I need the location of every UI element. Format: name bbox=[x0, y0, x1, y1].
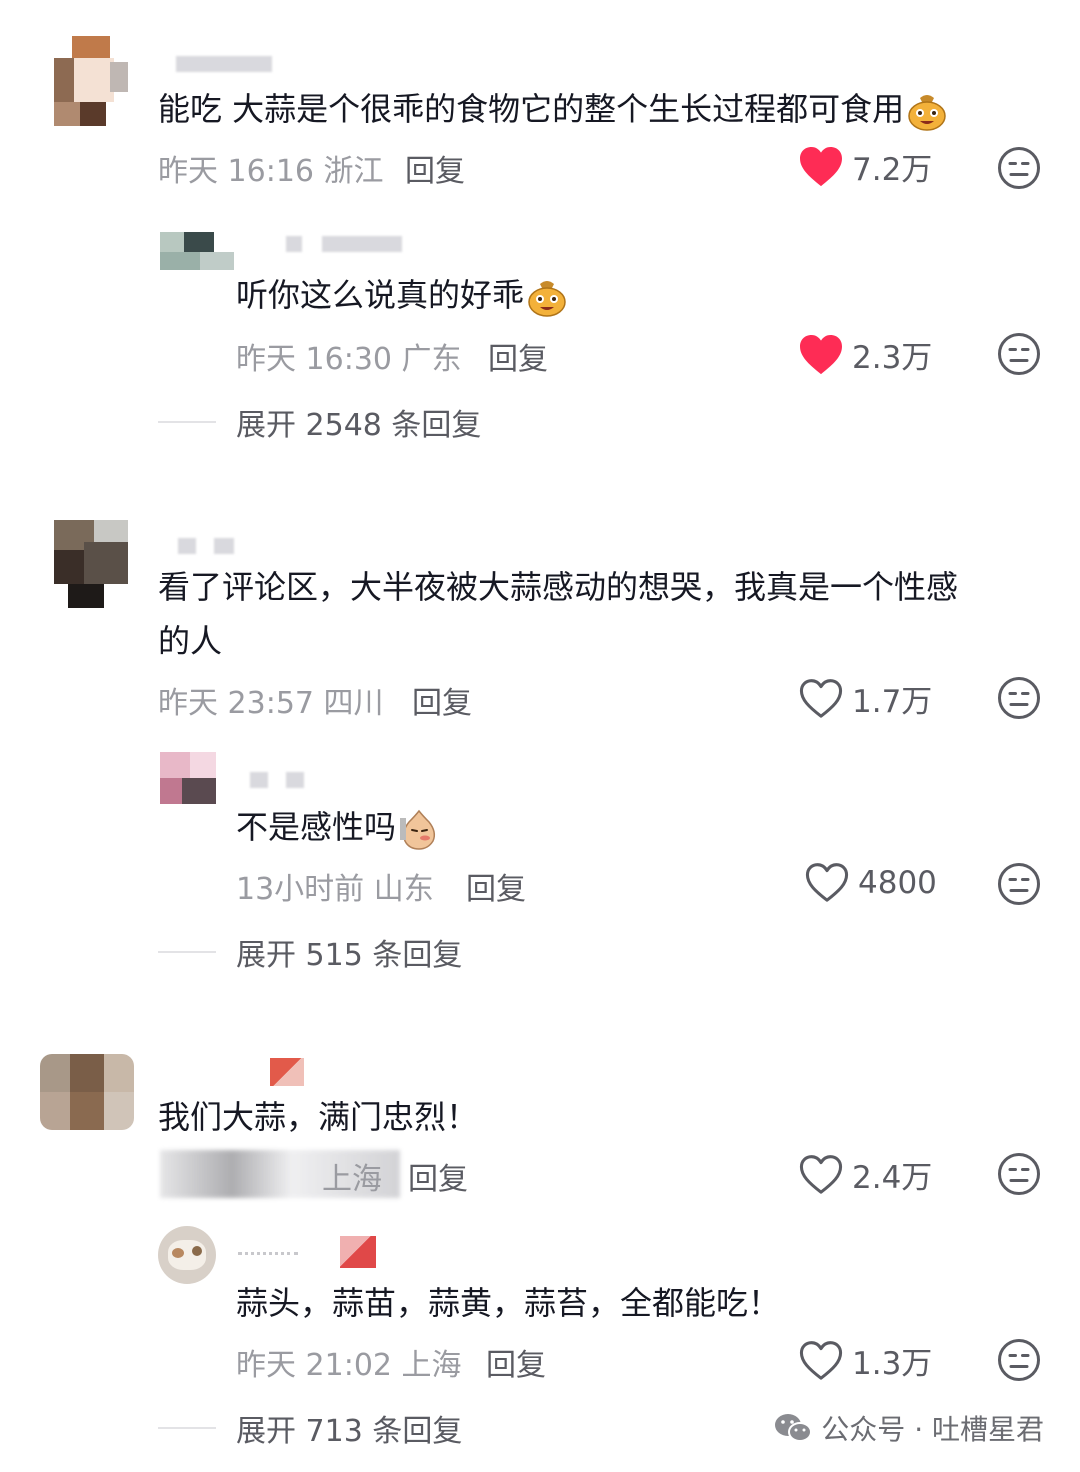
divider bbox=[158, 951, 216, 953]
reply-text: 听你这么说真的好乖 bbox=[236, 268, 568, 322]
reply-button[interactable]: 回复 bbox=[486, 1340, 546, 1384]
username-blurred[interactable] bbox=[176, 56, 272, 72]
heart-filled-icon bbox=[798, 334, 844, 376]
username-blurred[interactable] bbox=[286, 772, 304, 788]
like-button[interactable]: 2.4万 bbox=[798, 1152, 932, 1197]
grinning-bag-emoji-icon bbox=[526, 276, 568, 318]
expand-replies-button[interactable]: 展开 713 条回复 bbox=[158, 1406, 462, 1450]
reply-button[interactable]: 回复 bbox=[408, 1154, 468, 1198]
username-blurred[interactable] bbox=[238, 1252, 298, 1259]
reply-meta: 昨天 16:30 广东 bbox=[236, 342, 462, 377]
dislike-icon[interactable] bbox=[997, 1152, 1041, 1196]
divider bbox=[158, 1427, 216, 1429]
comment-text: 我们大蒜，满门忠烈！ bbox=[158, 1098, 479, 1136]
like-count: 2.4万 bbox=[852, 1160, 933, 1196]
like-button[interactable]: 1.7万 bbox=[798, 676, 932, 721]
avatar[interactable] bbox=[160, 752, 216, 804]
avatar[interactable] bbox=[158, 1226, 216, 1284]
reply-button[interactable]: 回复 bbox=[405, 146, 465, 190]
like-count: 4800 bbox=[858, 865, 937, 901]
heart-outline-icon bbox=[798, 678, 844, 720]
avatar[interactable] bbox=[160, 232, 234, 274]
reply-meta: 昨天 21:02 上海 bbox=[236, 1348, 462, 1383]
expand-replies-button[interactable]: 展开 515 条回复 bbox=[158, 930, 462, 974]
comment-text: 看了评论区，大半夜被大蒜感动的想哭，我真是一个性感 的人 bbox=[158, 568, 959, 660]
username-blurred[interactable] bbox=[250, 772, 268, 788]
comment-meta: 昨天 23:57 四川 bbox=[158, 686, 384, 721]
like-count: 7.2万 bbox=[852, 152, 933, 188]
username-blurred[interactable] bbox=[270, 1058, 304, 1086]
reply-text: 蒜头，蒜苗，蒜黄，蒜苔，全都能吃！ bbox=[236, 1284, 781, 1322]
dislike-icon[interactable] bbox=[997, 146, 1041, 190]
comment-meta: 上海 bbox=[322, 1162, 382, 1197]
watermark: 公众号 · 吐槽星君 bbox=[773, 1408, 1044, 1448]
like-count: 1.7万 bbox=[852, 684, 933, 720]
like-button[interactable]: 2.3万 bbox=[798, 332, 932, 377]
smug-garlic-emoji-icon bbox=[398, 808, 440, 850]
dislike-icon[interactable] bbox=[997, 676, 1041, 720]
dislike-icon[interactable] bbox=[997, 862, 1041, 906]
like-count: 2.3万 bbox=[852, 340, 933, 376]
expand-replies-button[interactable]: 展开 2548 条回复 bbox=[158, 400, 481, 444]
avatar[interactable] bbox=[40, 1054, 134, 1130]
grinning-bag-emoji-icon bbox=[906, 90, 948, 132]
username-blurred[interactable] bbox=[214, 538, 234, 554]
dislike-icon[interactable] bbox=[997, 332, 1041, 376]
reply-meta: 13小时前 山东 bbox=[236, 872, 434, 907]
divider bbox=[158, 421, 216, 423]
avatar[interactable] bbox=[54, 36, 128, 126]
heart-outline-icon bbox=[804, 862, 850, 904]
comment-meta: 昨天 16:16 浙江 bbox=[158, 154, 384, 189]
like-count: 1.3万 bbox=[852, 1346, 933, 1382]
avatar[interactable] bbox=[54, 520, 128, 608]
username-blurred[interactable] bbox=[178, 538, 196, 554]
like-button[interactable]: 1.3万 bbox=[798, 1338, 932, 1383]
like-button[interactable]: 7.2万 bbox=[798, 144, 932, 189]
comment-text: 能吃 大蒜是个很乖的食物它的整个生长过程都可食用 bbox=[158, 82, 948, 136]
heart-outline-icon bbox=[798, 1154, 844, 1196]
reply-button[interactable]: 回复 bbox=[466, 864, 526, 908]
username-blurred[interactable] bbox=[340, 1236, 376, 1268]
dislike-icon[interactable] bbox=[997, 1338, 1041, 1382]
wechat-icon bbox=[775, 1414, 813, 1442]
reply-text: 不是感性吗 bbox=[236, 800, 440, 854]
reply-button[interactable]: 回复 bbox=[412, 678, 472, 722]
like-button[interactable]: 4800 bbox=[804, 862, 937, 904]
reply-button[interactable]: 回复 bbox=[488, 334, 548, 378]
username-blurred[interactable] bbox=[322, 236, 402, 252]
heart-outline-icon bbox=[798, 1340, 844, 1382]
username-blurred[interactable] bbox=[286, 236, 302, 252]
heart-filled-icon bbox=[798, 146, 844, 188]
